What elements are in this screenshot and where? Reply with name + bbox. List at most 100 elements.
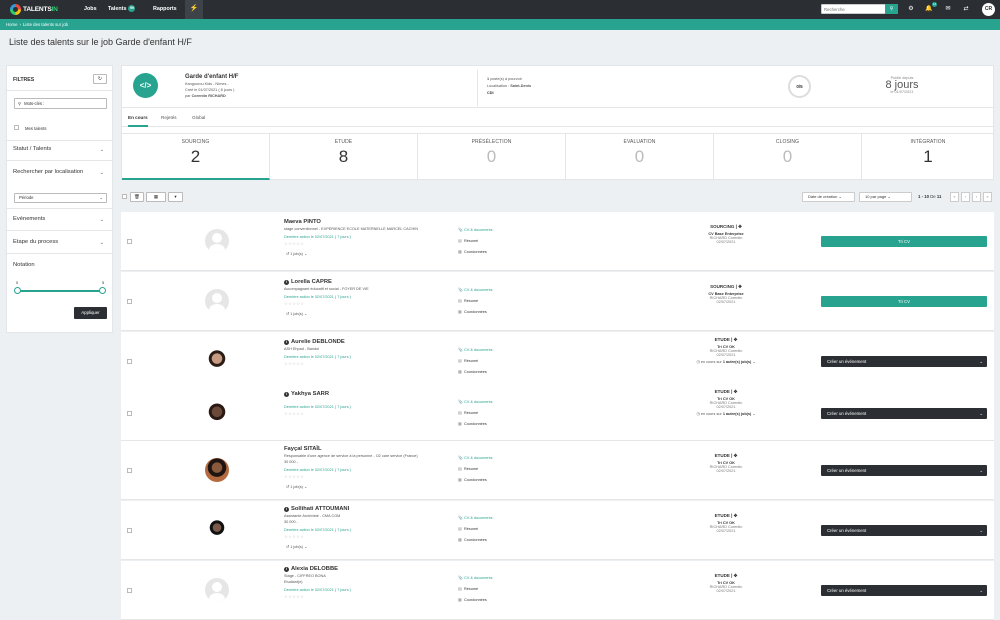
row-action-button[interactable]: Créer un événement ⌄ [821, 525, 987, 536]
delete-button[interactable]: 🗑 [130, 192, 144, 202]
quick-action-bolt-icon[interactable]: ⚡ [185, 0, 203, 19]
refresh-button[interactable]: ↻ [93, 74, 107, 84]
talent-rating-stars[interactable]: ☆☆☆☆☆ [284, 361, 304, 366]
global-search-input[interactable] [822, 5, 884, 13]
stage-label[interactable]: ETUDE | ✥ [681, 513, 771, 519]
info-icon[interactable]: i [284, 507, 289, 512]
resume-link[interactable]: ▤ Résumé [458, 410, 478, 415]
transfer-arrows-icon[interactable]: ⇄ [961, 4, 971, 15]
tab-rejetes[interactable]: Rejetés [161, 108, 177, 127]
stage-preselection[interactable]: PRÉSÉLECTION 0 [418, 134, 566, 180]
talent-row[interactable]: i Yakhya SARR Dernière action le 02/07/20… [121, 384, 994, 441]
talent-name[interactable]: Fayçal SITAÏL [284, 446, 322, 452]
notifications-bell-icon[interactable]: 🔔 12 [924, 2, 937, 15]
resume-link[interactable]: ▤ Résumé [458, 238, 478, 243]
other-jobs[interactable]: ◷ en cours sur 1 autre(s) job(s) ⌄ [681, 359, 771, 364]
row-action-button[interactable]: Créer un événement ⌄ [821, 408, 987, 419]
filter-statut-talents[interactable]: Statut / Talents [13, 146, 51, 152]
cv-documents-link[interactable]: 📎CV & documents [458, 287, 493, 292]
talent-avatar[interactable] [205, 229, 229, 253]
cv-documents-link[interactable]: 📎CV & documents [458, 347, 493, 352]
talent-row[interactable]: Maeva PINTO stage conventionnel - EXPERI… [121, 212, 994, 271]
cv-documents-link[interactable]: 📎CV & documents [458, 455, 493, 460]
talent-row[interactable]: i Aurelie DEBLONDE ASH Ehpad - Bandol Der… [121, 332, 994, 391]
cv-documents-link[interactable]: 📎CV & documents [458, 575, 493, 580]
talent-row-checkbox[interactable] [127, 468, 132, 473]
info-icon[interactable]: i [284, 392, 289, 397]
rating-slider-track[interactable] [17, 290, 103, 292]
messages-envelope-icon[interactable]: ✉ [943, 4, 953, 15]
filter-etape-process[interactable]: Etape du process [13, 239, 58, 245]
talent-name[interactable]: i Alexia DELOBBE [284, 566, 338, 572]
talent-jobs[interactable]: ↺ 1 job(s) ⌄ [286, 311, 307, 316]
talent-avatar[interactable] [205, 401, 229, 425]
talent-rating-stars[interactable]: ☆☆☆☆☆ [284, 241, 304, 246]
talent-name[interactable]: Maeva PINTO [284, 219, 321, 225]
stage-etude[interactable]: ETUDE 8 [270, 134, 418, 180]
tab-global[interactable]: Global [192, 108, 205, 127]
contact-link[interactable]: ▦ Coordonnées [458, 537, 487, 542]
tab-en-cours[interactable]: En cours [128, 108, 148, 127]
chevron-down-icon[interactable]: ⌄ [100, 217, 104, 223]
stage-label[interactable]: SOURCING | ✥ [681, 224, 771, 230]
talent-last-action[interactable]: Dernière action le 02/07/2021 ( 7 jours … [284, 468, 351, 472]
talent-rating-stars[interactable]: ☆☆☆☆☆ [284, 534, 304, 539]
talent-row[interactable]: Fayçal SITAÏL Responsable d'une agence d… [121, 441, 994, 500]
talent-jobs[interactable]: ↺ 1 job(s) ⌄ [286, 544, 307, 549]
move-icon[interactable]: ✥ [738, 224, 742, 229]
first-page-icon[interactable]: « [950, 192, 959, 202]
row-action-button[interactable]: Créer un événement ⌄ [821, 356, 987, 367]
talent-row-checkbox[interactable] [127, 411, 132, 416]
talent-row-checkbox[interactable] [127, 239, 132, 244]
talent-row[interactable]: i Alexia DELOBBE Stage - CIFFREO BONA Etu… [121, 561, 994, 620]
talent-row[interactable]: i Sollihati ATTOUMANI Assistante Archivis… [121, 501, 994, 560]
export-button[interactable]: ▦ [146, 192, 166, 202]
more-actions-dropdown[interactable]: ▾ [168, 192, 183, 202]
contact-link[interactable]: ▦ Coordonnées [458, 249, 487, 254]
stage-sourcing[interactable]: SOURCING 2 [122, 134, 270, 180]
talent-rating-stars[interactable]: ☆☆☆☆☆ [284, 411, 304, 416]
talent-last-action[interactable]: Dernière action le 02/07/2021 ( 7 jours … [284, 405, 351, 409]
last-page-icon[interactable]: » [983, 192, 992, 202]
user-avatar[interactable]: CR [982, 3, 995, 16]
talent-jobs[interactable]: ↺ 1 job(s) ⌄ [286, 251, 307, 256]
keyword-search-field[interactable]: ⚲ Mots-clés : [14, 98, 107, 109]
cv-documents-link[interactable]: 📎CV & documents [458, 227, 493, 232]
talent-rating-stars[interactable]: ☆☆☆☆☆ [284, 474, 304, 479]
nav-talents[interactable]: Talents 99 [108, 0, 136, 19]
talent-last-action[interactable]: Dernière action le 02/07/2021 ( 7 jours … [284, 235, 351, 239]
row-action-button[interactable]: Tri CV [821, 236, 987, 247]
next-page-icon[interactable]: › [972, 192, 981, 202]
stage-label[interactable]: ETUDE | ✥ [681, 573, 771, 579]
talent-row-checkbox[interactable] [127, 588, 132, 593]
info-icon[interactable]: i [284, 340, 289, 345]
filter-evenements[interactable]: Evénements [13, 216, 45, 222]
resume-link[interactable]: ▤ Résumé [458, 466, 478, 471]
row-action-button[interactable]: Tri CV [821, 296, 987, 307]
contact-link[interactable]: ▦ Coordonnées [458, 369, 487, 374]
stage-label[interactable]: ETUDE | ✥ [681, 389, 771, 395]
rating-slider-min-handle[interactable] [14, 287, 21, 294]
stage-label[interactable]: ETUDE | ✥ [681, 337, 771, 343]
stage-integration[interactable]: INTÉGRATION 1 [862, 134, 994, 180]
apply-filters-button[interactable]: Appliquer [74, 307, 107, 319]
move-icon[interactable]: ✥ [734, 573, 738, 578]
talent-name[interactable]: i Sollihati ATTOUMANI [284, 506, 349, 512]
settings-gear-icon[interactable]: ⚙ [906, 4, 916, 15]
move-icon[interactable]: ✥ [734, 337, 738, 342]
talent-row-checkbox[interactable] [127, 299, 132, 304]
cv-documents-link[interactable]: 📎CV & documents [458, 399, 493, 404]
chevron-down-icon[interactable]: ⌄ [100, 170, 104, 176]
sort-select[interactable]: Date de création ⌄ [802, 192, 855, 202]
resume-link[interactable]: ▤ Résumé [458, 526, 478, 531]
resume-link[interactable]: ▤ Résumé [458, 358, 478, 363]
move-icon[interactable]: ✥ [734, 389, 738, 394]
talent-rating-stars[interactable]: ☆☆☆☆☆ [284, 301, 304, 306]
talent-last-action[interactable]: Dernière action le 02/07/2021 ( 7 jours … [284, 355, 351, 359]
talent-last-action[interactable]: Dernière action le 02/07/2021 ( 7 jours … [284, 528, 351, 532]
nav-jobs[interactable]: Jobs [84, 0, 97, 19]
talent-row-checkbox[interactable] [127, 359, 132, 364]
stage-evaluation[interactable]: EVALUATION 0 [566, 134, 714, 180]
other-jobs[interactable]: ◷ en cours sur 1 autre(s) job(s) ⌄ [681, 411, 771, 416]
move-icon[interactable]: ✥ [734, 513, 738, 518]
